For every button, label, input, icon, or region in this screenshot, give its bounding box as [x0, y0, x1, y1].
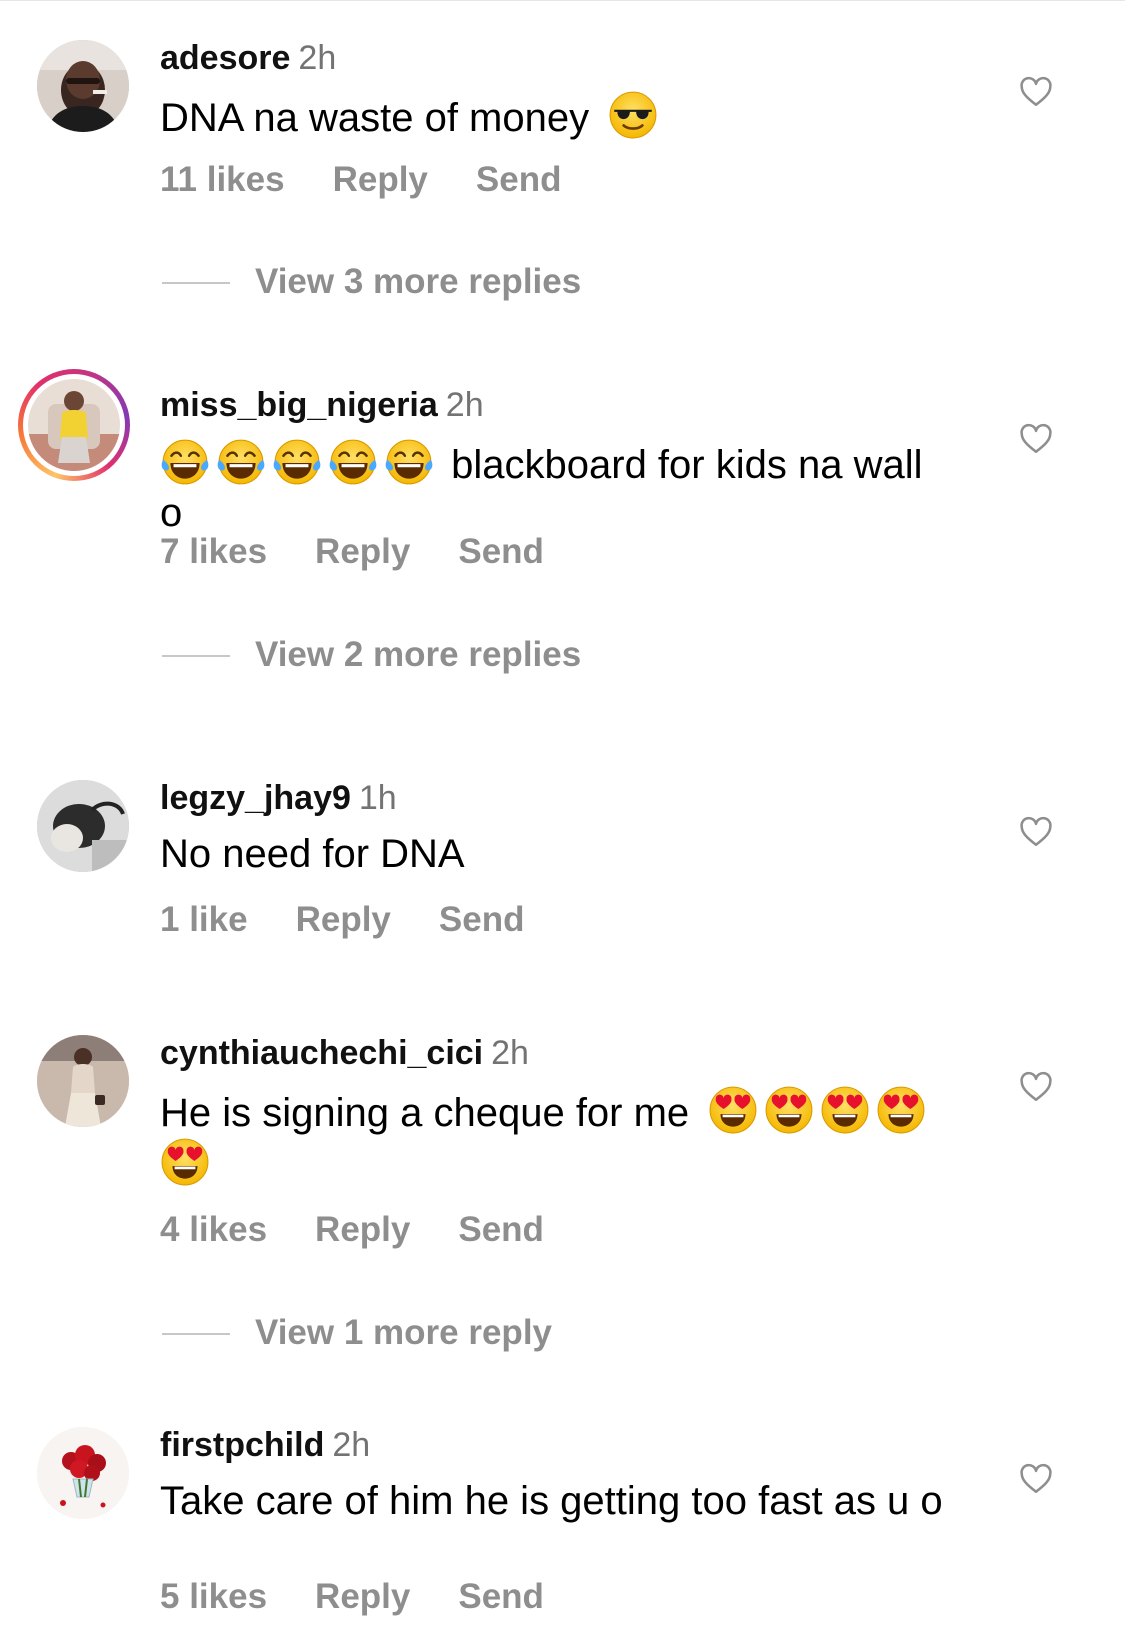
comment-actions: 11 likes Reply Send — [160, 160, 609, 200]
comment-text: DNA na waste of money — [160, 90, 950, 142]
likes-count[interactable]: 7 likes — [160, 532, 267, 571]
likes-count[interactable]: 5 likes — [160, 1577, 267, 1616]
tears-of-joy-emoji-icon — [272, 437, 322, 487]
comment-text: He is signing a cheque for me — [160, 1085, 950, 1189]
comment-text: No need for DNA — [160, 830, 950, 878]
username[interactable]: cynthiauchechi_cici — [160, 1034, 483, 1072]
send-button[interactable]: Send — [476, 160, 562, 199]
comment-text: Take care of him he is getting too fast … — [160, 1477, 950, 1525]
likes-count[interactable]: 11 likes — [160, 160, 285, 199]
send-button[interactable]: Send — [439, 900, 525, 939]
avatar-story-ring[interactable] — [18, 369, 130, 481]
avatar-photo — [28, 379, 120, 471]
avatar[interactable] — [37, 40, 129, 132]
comment-time: 2h — [332, 1426, 371, 1464]
avatar-photo — [37, 40, 129, 132]
avatar-photo — [37, 1035, 129, 1127]
replies-line — [162, 655, 230, 657]
heart-eyes-emoji-icon — [160, 1137, 210, 1187]
comment-header: adesore 2h — [160, 38, 336, 78]
avatar[interactable] — [37, 1035, 129, 1127]
comment-time: 2h — [491, 1034, 529, 1072]
reply-button[interactable]: Reply — [315, 532, 410, 571]
send-button[interactable]: Send — [458, 532, 544, 571]
avatar[interactable] — [37, 780, 129, 872]
avatar-photo — [37, 1427, 129, 1519]
comment-body: Take care of him he is getting too fast … — [160, 1479, 943, 1523]
comment-body: DNA na waste of money — [160, 96, 590, 140]
comment-header: legzy_jhay9 1h — [160, 778, 397, 818]
comment-time: 2h — [298, 39, 337, 77]
avatar[interactable] — [37, 1427, 129, 1519]
avatar-photo — [37, 780, 129, 872]
comment-header: cynthiauchechi_cici 2h — [160, 1033, 529, 1073]
send-button[interactable]: Send — [458, 1577, 544, 1616]
comment-item: cynthiauchechi_cici 2h He is signing a ch… — [0, 1033, 1125, 1355]
view-more-label: View 1 more reply — [255, 1313, 553, 1352]
comment-actions: 4 likes Reply Send — [160, 1210, 592, 1250]
username[interactable]: adesore — [160, 39, 290, 77]
replies-line — [162, 1333, 230, 1335]
heart-icon[interactable] — [1017, 814, 1055, 850]
comment-actions: 5 likes Reply Send — [160, 1577, 592, 1617]
heart-icon[interactable] — [1017, 1461, 1055, 1497]
comment-item: adesore 2h DNA na waste of money 11 likes… — [0, 38, 1125, 301]
username[interactable]: miss_big_nigeria — [160, 386, 438, 424]
avatar — [28, 379, 120, 471]
comment-text: blackboard for kids na wall o — [160, 437, 950, 537]
heart-eyes-emoji-icon — [708, 1085, 758, 1135]
heart-eyes-emoji-icon — [764, 1085, 814, 1135]
reply-button[interactable]: Reply — [333, 160, 428, 199]
comment-actions: 1 like Reply Send — [160, 900, 572, 940]
reply-button[interactable]: Reply — [296, 900, 391, 939]
tears-of-joy-emoji-icon — [384, 437, 434, 487]
comment-body: He is signing a cheque for me — [160, 1091, 690, 1135]
likes-count[interactable]: 4 likes — [160, 1210, 267, 1249]
comment-item: firstpchild 2h Take care of him he is get… — [0, 1425, 1125, 1652]
send-button[interactable]: Send — [458, 1210, 544, 1249]
replies-line — [162, 282, 230, 284]
comment-time: 2h — [445, 386, 484, 424]
view-more-label: View 3 more replies — [255, 262, 582, 301]
heart-icon[interactable] — [1017, 1069, 1055, 1105]
heart-eyes-emoji-icon — [820, 1085, 870, 1135]
heart-icon[interactable] — [1017, 421, 1055, 457]
top-divider — [0, 0, 1125, 1]
comment-actions: 7 likes Reply Send — [160, 532, 592, 572]
comment-header: firstpchild 2h — [160, 1425, 370, 1465]
view-more-label: View 2 more replies — [255, 635, 582, 674]
comment-time: 1h — [358, 779, 397, 817]
sunglasses-emoji-icon — [608, 90, 658, 140]
comment-item: legzy_jhay9 1h No need for DNA 1 like Repl… — [0, 778, 1125, 960]
heart-eyes-emoji-icon — [876, 1085, 926, 1135]
comment-header: miss_big_nigeria 2h — [160, 385, 484, 425]
username[interactable]: firstpchild — [160, 1426, 324, 1464]
tears-of-joy-emoji-icon — [328, 437, 378, 487]
tears-of-joy-emoji-icon — [160, 437, 210, 487]
tears-of-joy-emoji-icon — [216, 437, 266, 487]
heart-icon[interactable] — [1017, 74, 1055, 110]
reply-button[interactable]: Reply — [315, 1210, 410, 1249]
comment-item: miss_big_nigeria 2h blackboard for kids n… — [0, 369, 1125, 677]
username[interactable]: legzy_jhay9 — [160, 779, 351, 817]
comment-body: No need for DNA — [160, 832, 465, 876]
reply-button[interactable]: Reply — [315, 1577, 410, 1616]
likes-count[interactable]: 1 like — [160, 900, 248, 939]
